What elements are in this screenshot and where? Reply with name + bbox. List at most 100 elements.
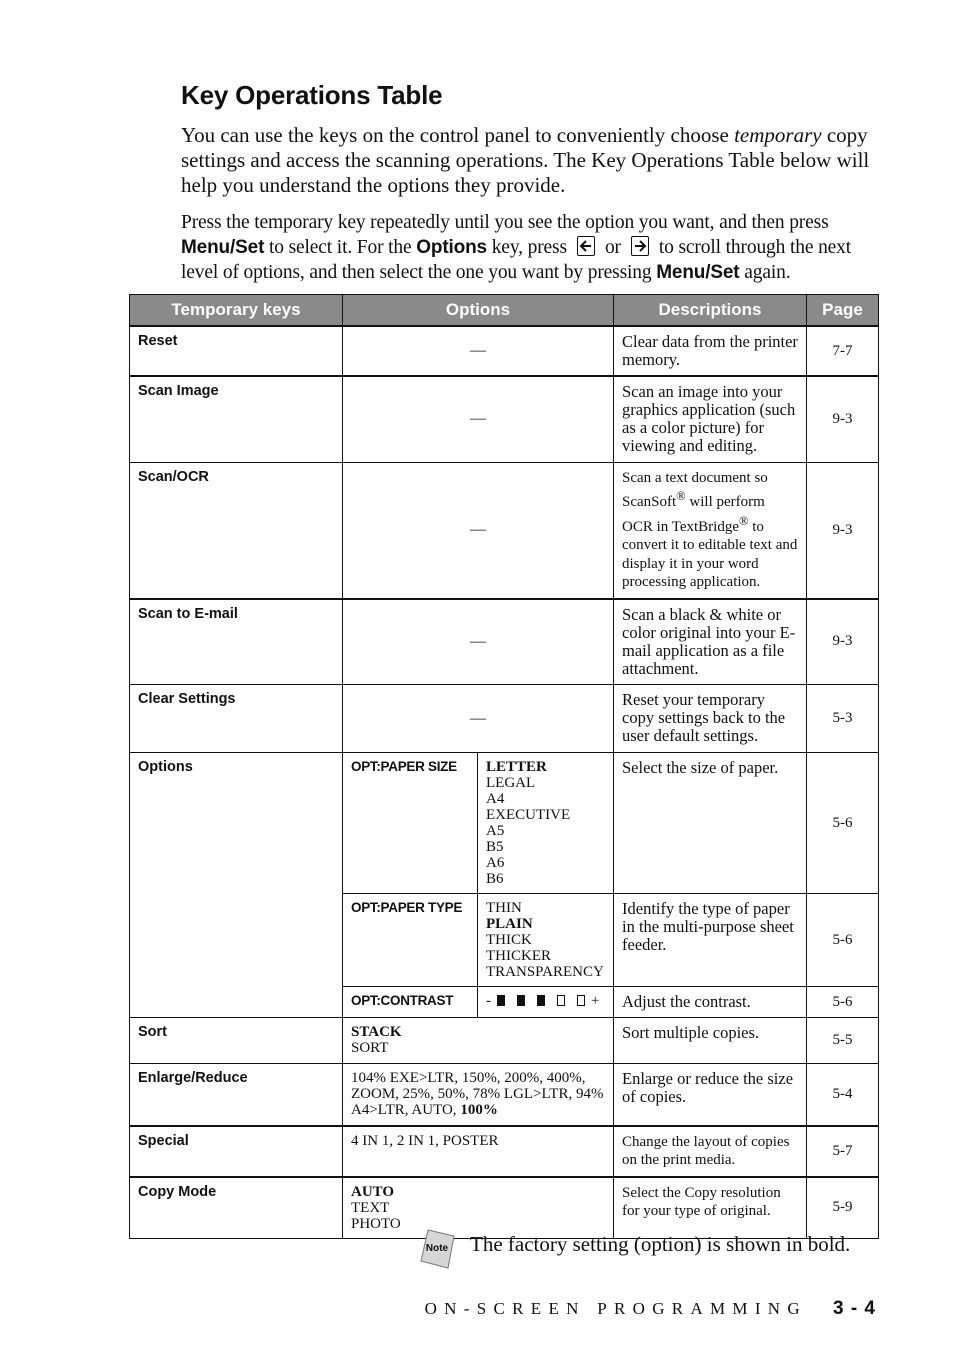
page-ref: 5-4 xyxy=(806,1063,879,1126)
option-value: B6 xyxy=(486,871,504,887)
contrast-box-filled xyxy=(537,995,545,1006)
intro-text: You can use the keys on the control pane… xyxy=(181,123,735,147)
key-name: Enlarge/Reduce xyxy=(129,1063,343,1126)
intro-paragraph: You can use the keys on the control pane… xyxy=(181,123,881,198)
option-value: B5 xyxy=(486,839,504,855)
option-value: THICK xyxy=(486,932,532,948)
option-name: OPT:PAPER SIZE xyxy=(342,752,478,894)
description: Enlarge or reduce the size of copies. xyxy=(613,1063,807,1126)
option-value-default: AUTO xyxy=(351,1183,395,1200)
option-value: TEXT xyxy=(351,1199,390,1216)
document-page: Key Operations Table You can use the key… xyxy=(0,0,954,1352)
options-key-label: Options xyxy=(416,237,487,258)
description: Select the size of paper. xyxy=(613,752,807,894)
key-name: Scan Image xyxy=(129,375,343,463)
right-arrow-key-icon xyxy=(630,236,649,256)
contrast-plus: + xyxy=(591,993,600,1009)
option-value: SORT xyxy=(351,1040,389,1056)
page-ref: 5-5 xyxy=(806,1017,879,1064)
page-ref: 5-6 xyxy=(806,986,879,1018)
table-row: Enlarge/Reduce 104% EXE>LTR, 150%, 200%,… xyxy=(129,1063,879,1126)
key-name: Options xyxy=(129,752,343,1018)
note: Note The factory setting (option) is sho… xyxy=(418,1228,851,1269)
header-options: Options xyxy=(342,294,614,327)
intro-emphasis: temporary xyxy=(734,123,822,147)
table-row: Scan/OCR — Scan a text document so ScanS… xyxy=(129,461,879,599)
key-name: Copy Mode xyxy=(129,1175,343,1239)
contrast-scale: - + xyxy=(477,986,614,1018)
page-ref: 5-7 xyxy=(806,1124,879,1177)
contrast-box-empty xyxy=(557,995,565,1006)
instructions-paragraph: Press the temporary key repeatedly until… xyxy=(181,210,881,285)
table-row: Scan to E-mail — Scan a black & white or… xyxy=(129,597,879,685)
description: Clear data from the printer memory. xyxy=(613,325,807,377)
options-none: — xyxy=(342,684,614,753)
description: Adjust the contrast. xyxy=(613,986,807,1018)
option-values: LETTER LEGAL A4 EXECUTIVE A5 B5 A6 B6 xyxy=(477,752,614,894)
description: Change the layout of copies on the print… xyxy=(613,1124,807,1177)
key-name: Special xyxy=(129,1124,343,1177)
table-row: Special 4 IN 1, 2 IN 1, POSTER Change th… xyxy=(129,1124,879,1177)
page-ref: 5-3 xyxy=(806,684,879,753)
page-ref: 5-6 xyxy=(806,893,879,987)
option-values: 104% EXE>LTR, 150%, 200%, 400%, ZOOM, 25… xyxy=(342,1063,614,1126)
table-row: Reset — Clear data from the printer memo… xyxy=(129,325,879,377)
instruction-text: key, press xyxy=(486,237,567,258)
page-ref: 9-3 xyxy=(806,375,879,463)
option-value: A5 xyxy=(486,823,505,839)
key-operations-table: Temporary keys Options Descriptions Page… xyxy=(129,294,879,1239)
option-value: THICKER xyxy=(486,948,551,964)
registered-mark: ® xyxy=(676,489,686,503)
page-ref: 9-3 xyxy=(806,461,879,599)
description: Scan an image into your graphics applica… xyxy=(613,375,807,463)
footer-section-title: ON-SCREEN PROGRAMMING xyxy=(424,1299,807,1318)
registered-mark: ® xyxy=(739,513,749,528)
contrast-box-filled xyxy=(517,995,525,1006)
note-icon-label: Note xyxy=(426,1243,449,1254)
contrast-level-indicator xyxy=(491,993,591,1009)
option-value-default: PLAIN xyxy=(486,916,533,932)
header-page: Page xyxy=(806,294,879,327)
table-row: Clear Settings — Reset your temporary co… xyxy=(129,684,879,753)
key-name: Clear Settings xyxy=(129,684,343,753)
table-row: Scan Image — Scan an image into your gra… xyxy=(129,375,879,463)
contrast-box-empty xyxy=(577,995,585,1006)
option-value-default: STACK xyxy=(351,1024,402,1040)
instruction-text: or xyxy=(604,237,621,258)
table-header-row: Temporary keys Options Descriptions Page xyxy=(129,294,879,327)
page-footer: ON-SCREEN PROGRAMMING 3 - 4 xyxy=(425,1298,876,1320)
key-name: Sort xyxy=(129,1017,343,1064)
menu-set-key-label: Menu/Set xyxy=(656,262,740,283)
contrast-box-filled xyxy=(497,995,505,1006)
note-icon: Note xyxy=(418,1228,455,1269)
instruction-text: to select it. For the xyxy=(264,237,417,258)
option-value: LEGAL xyxy=(486,775,536,791)
page-ref: 7-7 xyxy=(806,325,879,377)
key-name: Reset xyxy=(129,325,343,377)
options-none: — xyxy=(342,375,614,463)
description: Identify the type of paper in the multi-… xyxy=(613,893,807,987)
description: Reset your temporary copy settings back … xyxy=(613,684,807,753)
option-value-default: LETTER xyxy=(486,759,547,775)
option-name: OPT:CONTRAST xyxy=(342,986,478,1018)
option-values: STACK SORT xyxy=(342,1017,614,1064)
table-row: Sort STACK SORT Sort multiple copies. 5-… xyxy=(129,1017,879,1064)
key-name: Scan/OCR xyxy=(129,461,343,599)
option-value-default: 100% xyxy=(460,1102,498,1118)
footer-page-number: 3 - 4 xyxy=(832,1298,876,1319)
page-ref: 5-6 xyxy=(806,752,879,894)
options-none: — xyxy=(342,325,614,377)
header-temporary-keys: Temporary keys xyxy=(129,294,343,327)
description: Scan a black & white or color original i… xyxy=(613,597,807,685)
option-values: 4 IN 1, 2 IN 1, POSTER xyxy=(342,1124,614,1177)
option-value: EXECUTIVE xyxy=(486,807,571,823)
left-arrow-key-icon xyxy=(576,236,595,256)
options-none: — xyxy=(342,461,614,599)
page-ref: 9-3 xyxy=(806,597,879,685)
option-value: TRANSPARENCY xyxy=(486,964,604,980)
instruction-text: again. xyxy=(739,262,791,283)
option-value: THIN xyxy=(486,900,522,916)
description: Scan a text document so ScanSoft® will p… xyxy=(613,461,807,599)
option-value: A6 xyxy=(486,855,505,871)
note-text: The factory setting (option) is shown in… xyxy=(470,1232,851,1256)
